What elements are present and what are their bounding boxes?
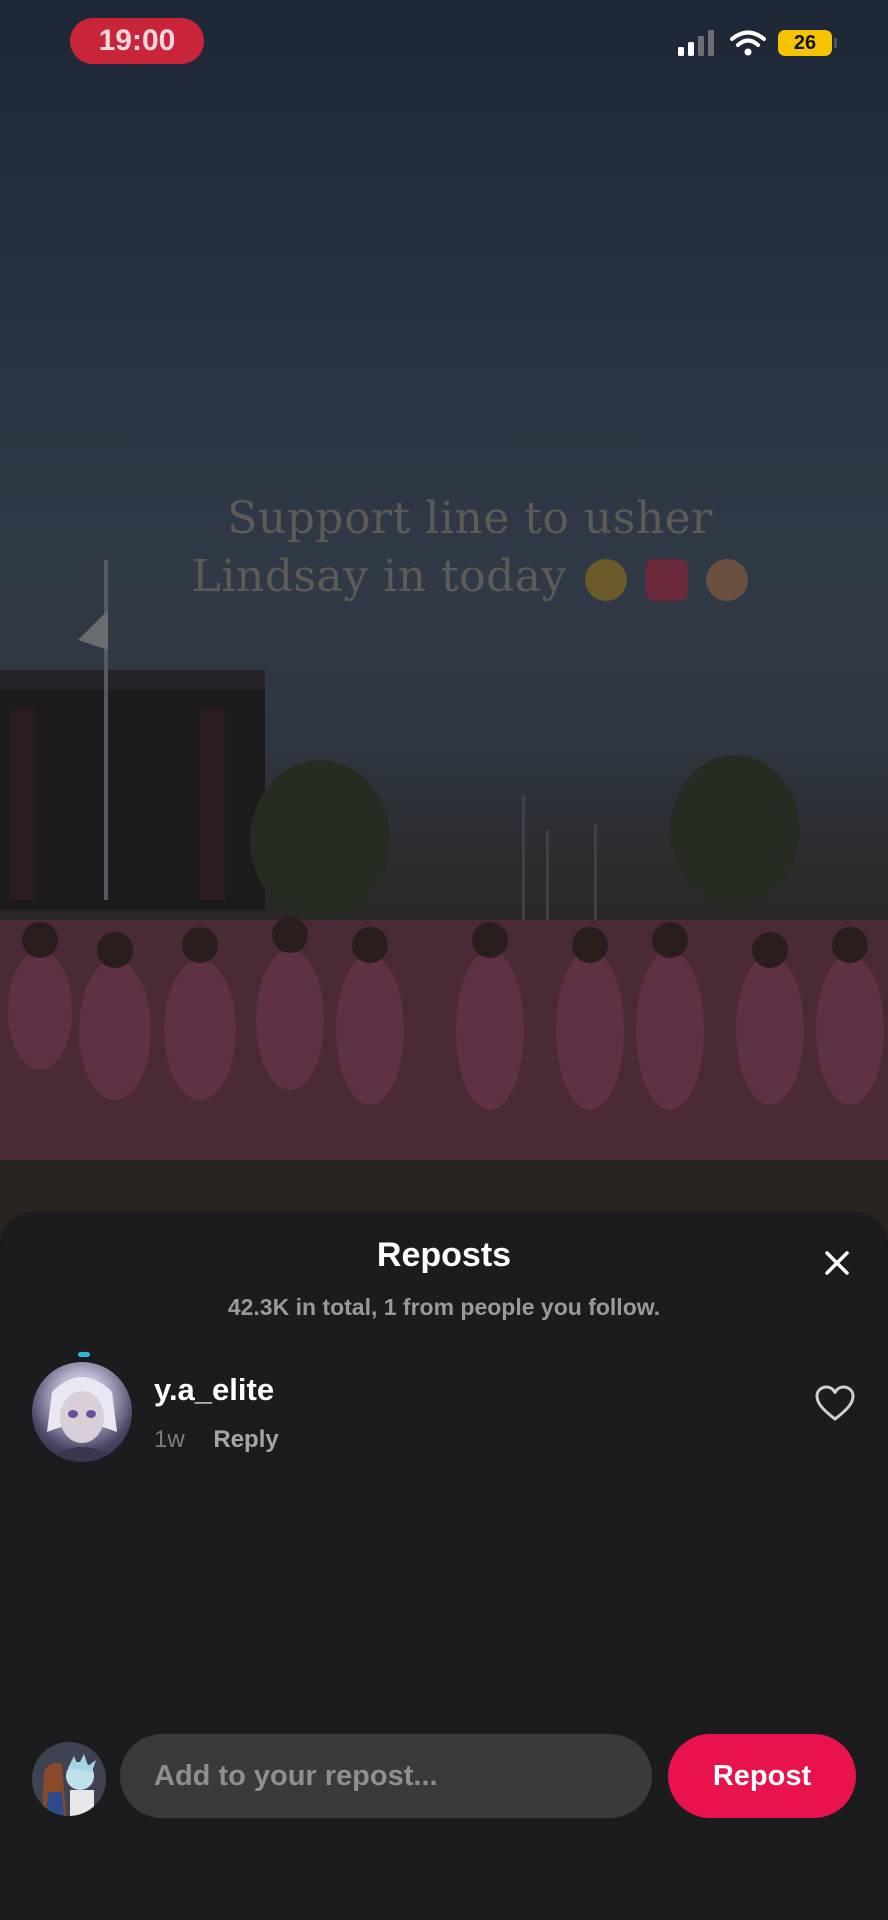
pleading-face-emoji-icon xyxy=(585,558,628,601)
story-indicator xyxy=(78,1352,90,1357)
reply-button[interactable]: Reply xyxy=(213,1426,278,1453)
my-avatar xyxy=(32,1742,106,1816)
repost-meta: 1w Reply xyxy=(154,1426,279,1454)
caption-line-2: Lindsay in today xyxy=(191,551,567,602)
reposts-summary: 42.3K in total, 1 from people you follow… xyxy=(227,1294,661,1320)
caption-line-1: Support line to usher xyxy=(227,493,713,544)
video-background: Support line to usher Lindsay in today xyxy=(0,0,888,1240)
avatar[interactable] xyxy=(32,1352,134,1464)
raised-fist-emoji-icon xyxy=(706,558,749,601)
ribbon-emoji-icon xyxy=(645,558,688,601)
close-icon[interactable] xyxy=(822,1248,852,1278)
repost-time: 1w xyxy=(154,1426,185,1453)
heart-outline-icon[interactable] xyxy=(814,1384,856,1422)
video-caption: Support line to usher Lindsay in today xyxy=(150,490,790,606)
wifi-icon xyxy=(730,30,766,56)
repost-username[interactable]: y.a_elite xyxy=(154,1372,274,1408)
cartoon-duo-avatar-icon xyxy=(32,1742,106,1816)
user-avatar-image xyxy=(32,1362,132,1462)
battery-level: 26 xyxy=(793,32,817,54)
repost-button[interactable]: Repost xyxy=(668,1734,856,1818)
repost-list-item[interactable]: y.a_elite 1w Reply xyxy=(32,1352,856,1472)
repost-input[interactable] xyxy=(120,1734,652,1818)
repost-composer: Repost xyxy=(32,1734,856,1818)
video-scene xyxy=(0,560,888,1240)
battery-indicator: 26 xyxy=(778,30,837,56)
status-time: 19:00 xyxy=(70,18,204,64)
signal-icon xyxy=(678,30,714,56)
status-icons: 26 xyxy=(678,30,837,56)
sheet-title: Reposts xyxy=(376,1236,512,1274)
anime-character-avatar-icon xyxy=(42,1377,122,1462)
reposts-sheet: Reposts 42.3K in total, 1 from people yo… xyxy=(0,1212,888,1920)
